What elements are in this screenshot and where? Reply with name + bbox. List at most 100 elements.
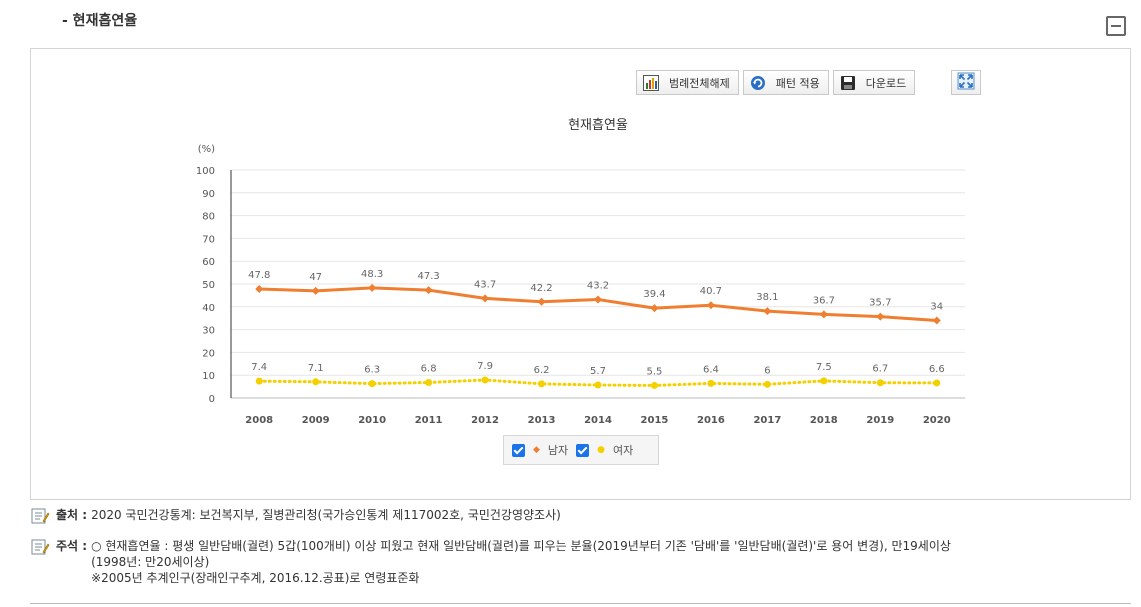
data-point bbox=[763, 380, 771, 388]
data-point bbox=[650, 381, 658, 389]
bottom-divider bbox=[30, 603, 1131, 604]
data-point bbox=[932, 316, 941, 325]
circle-marker-icon: ● bbox=[597, 445, 606, 455]
data-point bbox=[537, 297, 546, 306]
remark-body: ○ 현재흡연율 : 평생 일반담배(궐련) 5갑(100개비) 이상 피웠고 현… bbox=[91, 538, 951, 586]
data-point bbox=[650, 304, 659, 313]
data-label: 43.7 bbox=[474, 279, 496, 290]
x-tick-label: 2020 bbox=[923, 415, 951, 426]
line-chart: 현재흡연율 (%) 0 10 20 30 40 50 60 70 80 90 100 2008 2009 20… bbox=[196, 118, 965, 426]
y-tick-label: 90 bbox=[202, 189, 215, 200]
y-tick-label: 10 bbox=[202, 371, 215, 382]
y-tick-label: 20 bbox=[202, 348, 215, 359]
data-point bbox=[481, 376, 489, 384]
x-tick-label: 2014 bbox=[584, 415, 612, 426]
y-tick-label: 50 bbox=[202, 280, 215, 291]
x-tick-label: 2016 bbox=[697, 415, 725, 426]
data-label: 6.4 bbox=[703, 364, 719, 375]
data-label: 38.1 bbox=[756, 292, 778, 303]
remark-line-1: ○ 현재흡연율 : 평생 일반담배(궐련) 5갑(100개비) 이상 피웠고 현… bbox=[91, 539, 951, 553]
data-point bbox=[311, 286, 320, 295]
data-label: 34 bbox=[930, 301, 943, 312]
y-tick-label: 100 bbox=[196, 166, 215, 177]
x-tick-label: 2013 bbox=[528, 415, 556, 426]
x-tick-label: 2010 bbox=[358, 415, 386, 426]
data-label: 36.7 bbox=[813, 295, 835, 306]
y-tick-label: 40 bbox=[202, 303, 215, 314]
legend-item-female[interactable]: ● 여자 bbox=[576, 442, 633, 458]
source-label: 출처 : bbox=[56, 508, 88, 522]
data-label: 6.7 bbox=[872, 364, 888, 375]
data-label: 6 bbox=[764, 365, 770, 376]
data-label: 6.2 bbox=[534, 365, 550, 376]
x-tick-label: 2012 bbox=[471, 415, 499, 426]
data-label: 7.5 bbox=[816, 362, 832, 373]
data-point bbox=[481, 294, 490, 303]
y-tick-label: 60 bbox=[202, 257, 215, 268]
legend-label-female: 여자 bbox=[613, 444, 634, 457]
y-tick-label: 70 bbox=[202, 234, 215, 245]
y-tick-label: 30 bbox=[202, 326, 215, 337]
diamond-marker-icon: ◆ bbox=[533, 445, 540, 455]
data-point bbox=[255, 285, 264, 294]
data-label: 5.5 bbox=[647, 366, 663, 377]
data-label: 5.7 bbox=[590, 366, 606, 377]
remark-label: 주석 : bbox=[56, 539, 88, 553]
data-point bbox=[876, 379, 884, 387]
data-label: 6.3 bbox=[364, 365, 380, 376]
data-point bbox=[706, 301, 715, 310]
data-point bbox=[876, 312, 885, 321]
data-label: 47.3 bbox=[417, 271, 439, 282]
x-tick-label: 2008 bbox=[245, 415, 273, 426]
x-tick-label: 2018 bbox=[810, 415, 838, 426]
data-point bbox=[424, 286, 433, 295]
data-point bbox=[594, 295, 602, 304]
remark-note: 주석 : ○ 현재흡연율 : 평생 일반담배(궐련) 5갑(100개비) 이상 … bbox=[30, 538, 951, 586]
data-point bbox=[763, 307, 772, 316]
data-label: 6.8 bbox=[421, 363, 437, 374]
data-point bbox=[425, 378, 433, 386]
data-point bbox=[368, 283, 377, 292]
data-label: 47 bbox=[309, 272, 322, 283]
data-point bbox=[538, 380, 546, 388]
data-point bbox=[820, 377, 828, 385]
data-label: 43.2 bbox=[587, 281, 609, 292]
chart-legend: ◆ 남자 ● 여자 bbox=[503, 435, 659, 465]
data-label: 48.3 bbox=[361, 269, 383, 280]
data-point bbox=[255, 377, 263, 385]
notebook-icon bbox=[30, 507, 50, 525]
data-label: 6.6 bbox=[929, 364, 945, 375]
y-axis-label: (%) bbox=[198, 144, 215, 155]
legend-item-male[interactable]: ◆ 남자 bbox=[512, 442, 568, 458]
x-tick-label: 2009 bbox=[302, 415, 330, 426]
data-point bbox=[368, 380, 376, 388]
collapse-button[interactable] bbox=[1106, 16, 1126, 36]
data-label: 7.4 bbox=[251, 362, 267, 373]
x-tick-label: 2011 bbox=[415, 415, 443, 426]
legend-checkbox-female[interactable] bbox=[576, 443, 590, 457]
source-note: 출처 : 2020 국민건강통계: 보건복지부, 질병관리청(국가승인통계 제1… bbox=[30, 507, 561, 525]
x-tick-label: 2019 bbox=[866, 415, 894, 426]
y-tick-label: 80 bbox=[202, 212, 215, 223]
data-label: 39.4 bbox=[643, 289, 665, 300]
y-tick-label: 0 bbox=[209, 394, 215, 405]
data-label: 35.7 bbox=[869, 298, 891, 309]
data-point bbox=[707, 379, 715, 387]
legend-checkbox-male[interactable] bbox=[512, 443, 525, 457]
data-point bbox=[819, 310, 828, 319]
data-point bbox=[312, 378, 320, 386]
chart-panel: 범례전체해제 패턴 적용 다운로드 현재흡연율 (%) 0 10 20 30 4… bbox=[30, 48, 1131, 500]
data-point bbox=[933, 379, 941, 387]
data-point bbox=[594, 381, 602, 389]
notebook-icon bbox=[30, 538, 50, 556]
x-tick-label: 2017 bbox=[753, 415, 781, 426]
data-label: 40.7 bbox=[700, 286, 722, 297]
data-label: 7.1 bbox=[308, 363, 324, 374]
remark-line-2: (1998년: 만20세이상) bbox=[91, 555, 210, 569]
legend-label-male: 남자 bbox=[547, 444, 569, 457]
data-label: 42.2 bbox=[530, 283, 552, 294]
remark-line-3: ※2005년 추계인구(장래인구추계, 2016.12.공표)로 연령표준화 bbox=[91, 571, 420, 585]
data-label: 47.8 bbox=[248, 270, 270, 281]
chart-title: 현재흡연율 bbox=[568, 118, 628, 133]
x-tick-label: 2015 bbox=[641, 415, 669, 426]
